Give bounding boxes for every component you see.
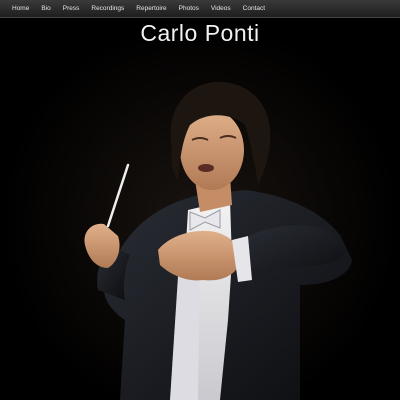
nav-item-videos[interactable]: Videos: [205, 0, 237, 17]
site-title: Carlo Ponti: [140, 20, 260, 46]
nav-item-press[interactable]: Press: [57, 0, 86, 17]
hero-image: [0, 0, 400, 400]
top-nav: Home Bio Press Recordings Repertoire Pho…: [0, 0, 400, 18]
mouth: [198, 164, 214, 172]
page: Home Bio Press Recordings Repertoire Pho…: [0, 0, 400, 400]
nav-item-home[interactable]: Home: [0, 0, 35, 17]
nav-item-contact[interactable]: Contact: [237, 0, 271, 17]
nav-item-bio[interactable]: Bio: [35, 0, 56, 17]
nav-item-repertoire[interactable]: Repertoire: [130, 0, 172, 17]
nav-item-recordings[interactable]: Recordings: [85, 0, 130, 17]
nav-item-photos[interactable]: Photos: [173, 0, 205, 17]
